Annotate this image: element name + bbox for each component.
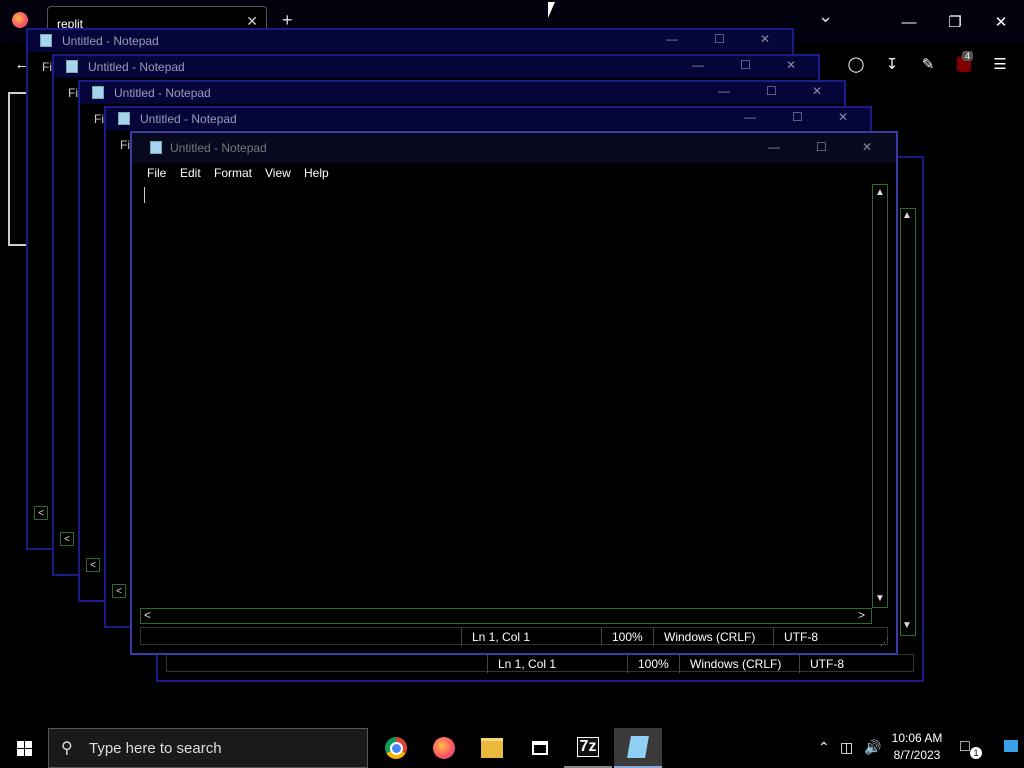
close-button[interactable]: ✕ bbox=[760, 32, 770, 46]
page-box bbox=[8, 92, 26, 246]
minimize-button[interactable]: — bbox=[744, 110, 756, 124]
start-button[interactable] bbox=[0, 728, 48, 768]
scroll-left-icon[interactable]: < bbox=[86, 558, 100, 572]
7zip-icon[interactable]: 7z bbox=[564, 728, 612, 768]
menu-file[interactable]: File bbox=[147, 166, 166, 180]
minimize-button[interactable]: — bbox=[692, 58, 704, 72]
maximize-button[interactable]: ☐ bbox=[792, 110, 803, 124]
file-explorer-icon[interactable] bbox=[468, 728, 516, 768]
text-cursor bbox=[144, 187, 145, 203]
volume-icon[interactable]: 🔊 bbox=[864, 739, 881, 756]
clock-time: 10:06 AM bbox=[891, 731, 943, 745]
status-line-endings: Windows (CRLF) bbox=[653, 628, 773, 646]
scroll-down-icon[interactable]: ▼ bbox=[902, 620, 912, 631]
taskbar: ⚲ Type here to search 7z ⌃ ◫ 🔊 10:06 AM … bbox=[0, 728, 1024, 768]
search-placeholder: Type here to search bbox=[89, 740, 222, 757]
menu-bar: File Edit Format View Help bbox=[147, 166, 447, 182]
window-title: Untitled - Notepad bbox=[140, 112, 237, 126]
close-button[interactable]: ✕ bbox=[838, 110, 848, 124]
status-position: Ln 1, Col 1 bbox=[487, 655, 627, 673]
title-bar: Untitled - Notepad — ☐ ✕ bbox=[132, 133, 896, 163]
vertical-scrollbar[interactable] bbox=[900, 208, 916, 636]
minimize-button[interactable]: — bbox=[718, 84, 730, 98]
window-title: Untitled - Notepad bbox=[114, 86, 211, 100]
taskbar-search-box[interactable]: ⚲ Type here to search bbox=[48, 728, 368, 768]
scroll-down-icon[interactable]: ▼ bbox=[875, 593, 885, 604]
notepad-icon[interactable] bbox=[614, 728, 662, 768]
maximize-button[interactable]: ☐ bbox=[766, 84, 777, 98]
notepad-icon bbox=[118, 112, 130, 125]
chrome-icon[interactable] bbox=[372, 728, 420, 768]
clock[interactable]: 10:06 AM 8/7/2023 bbox=[888, 731, 946, 762]
menu-help[interactable]: Help bbox=[304, 166, 329, 180]
maximize-button[interactable]: ☐ bbox=[714, 32, 725, 46]
status-bar: Ln 1, Col 1 100% Windows (CRLF) UTF-8 bbox=[166, 654, 914, 673]
scroll-up-icon[interactable]: ▲ bbox=[902, 210, 912, 221]
hamburger-menu-icon[interactable]: ☰ bbox=[986, 50, 1014, 78]
list-all-tabs-button[interactable]: ⌄ bbox=[818, 6, 833, 27]
notepad-icon bbox=[150, 141, 162, 154]
text-area[interactable] bbox=[140, 185, 874, 611]
status-zoom: 100% bbox=[601, 628, 653, 646]
horizontal-scrollbar[interactable] bbox=[140, 608, 872, 624]
title-bar: Untitled - Notepad — ☐ ✕ bbox=[54, 56, 818, 78]
status-line-endings: Windows (CRLF) bbox=[679, 655, 799, 673]
browser-minimize-button[interactable]: — bbox=[886, 8, 932, 36]
firefox-icon[interactable] bbox=[420, 728, 468, 768]
network-icon[interactable]: ◫ bbox=[840, 739, 853, 756]
resize-grip-icon[interactable]: ⋰ bbox=[880, 637, 889, 648]
close-button[interactable]: ✕ bbox=[812, 84, 822, 98]
maximize-button[interactable]: ☐ bbox=[816, 140, 827, 154]
status-encoding: UTF-8 bbox=[773, 628, 883, 646]
windows-logo-icon bbox=[16, 740, 32, 756]
browser-restore-button[interactable]: ❐ bbox=[932, 8, 978, 36]
show-hidden-icons-icon[interactable]: ⌃ bbox=[818, 739, 830, 756]
scroll-left-icon[interactable]: < bbox=[60, 532, 74, 546]
status-zoom: 100% bbox=[627, 655, 679, 673]
status-position: Ln 1, Col 1 bbox=[461, 628, 601, 646]
search-icon: ⚲ bbox=[61, 740, 73, 757]
pocket-icon[interactable]: ◯ bbox=[842, 50, 870, 78]
firefox-icon[interactable] bbox=[12, 12, 28, 28]
7zip-label: 7z bbox=[576, 737, 600, 757]
downloads-icon[interactable]: ↧ bbox=[878, 50, 906, 78]
vertical-scrollbar[interactable] bbox=[872, 184, 888, 608]
store-icon[interactable] bbox=[516, 728, 564, 768]
scroll-up-icon[interactable]: ▲ bbox=[875, 187, 885, 198]
window-title: Untitled - Notepad bbox=[170, 141, 267, 155]
browser-close-button[interactable]: ✕ bbox=[978, 8, 1024, 36]
window-title: Untitled - Notepad bbox=[88, 60, 185, 74]
menu-edit[interactable]: Edit bbox=[180, 166, 201, 180]
notification-icon[interactable]: □ bbox=[960, 738, 970, 756]
notepad-icon bbox=[92, 86, 104, 99]
status-bar: Ln 1, Col 1 100% Windows (CRLF) UTF-8 bbox=[140, 627, 888, 646]
window-title: Untitled - Notepad bbox=[62, 34, 159, 48]
close-button[interactable]: ✕ bbox=[786, 58, 796, 72]
extensions-icon[interactable]: ✎ bbox=[914, 50, 942, 78]
notepad-window-active[interactable]: Untitled - Notepad — ☐ ✕ File Edit Forma… bbox=[130, 131, 898, 655]
minimize-button[interactable]: — bbox=[666, 32, 678, 46]
minimize-button[interactable]: — bbox=[768, 140, 780, 154]
title-bar: Untitled - Notepad — ☐ ✕ bbox=[106, 108, 870, 130]
extension-badge: 4 bbox=[962, 51, 974, 61]
maximize-button[interactable]: ☐ bbox=[740, 58, 751, 72]
notepad-icon bbox=[40, 34, 52, 47]
menu-format[interactable]: Format bbox=[214, 166, 252, 180]
menu-view[interactable]: View bbox=[265, 166, 291, 180]
mouse-pointer-icon bbox=[548, 2, 562, 18]
scroll-right-icon[interactable]: > bbox=[858, 608, 865, 622]
scroll-left-icon[interactable]: < bbox=[144, 608, 151, 622]
notepad-icon bbox=[66, 60, 78, 73]
title-bar: Untitled - Notepad — ☐ ✕ bbox=[80, 82, 844, 104]
clock-date: 8/7/2023 bbox=[893, 748, 941, 762]
close-button[interactable]: ✕ bbox=[862, 140, 872, 154]
scroll-left-icon[interactable]: < bbox=[112, 584, 126, 598]
show-desktop-button[interactable] bbox=[1004, 740, 1018, 752]
scroll-left-icon[interactable]: < bbox=[34, 506, 48, 520]
notification-count: 1 bbox=[970, 747, 982, 759]
status-encoding: UTF-8 bbox=[799, 655, 909, 673]
title-bar: Untitled - Notepad — ☐ ✕ bbox=[28, 30, 792, 52]
